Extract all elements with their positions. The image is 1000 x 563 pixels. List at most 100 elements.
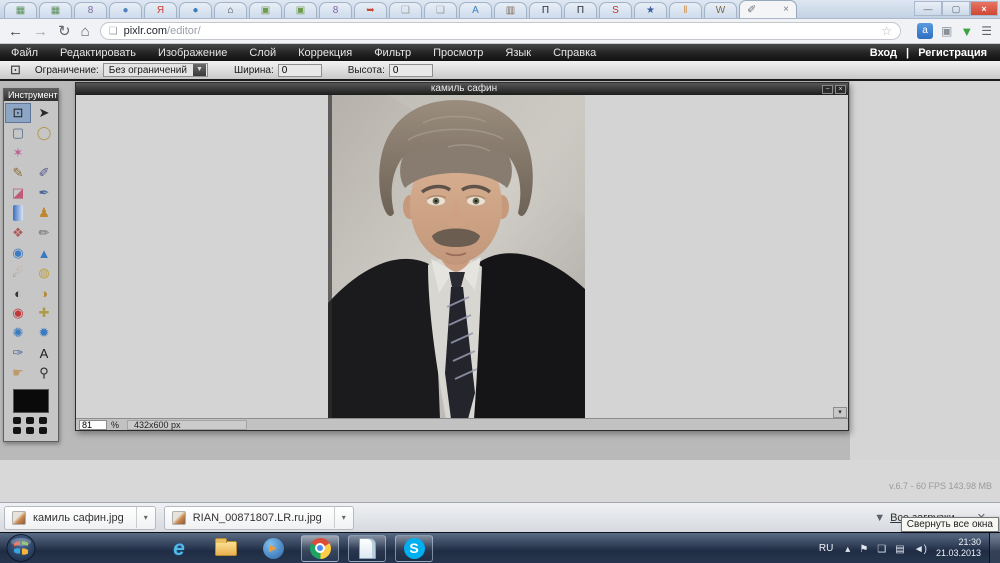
- action-center-flag-icon[interactable]: ⚑: [859, 544, 868, 555]
- sponge-tool[interactable]: ◍: [31, 263, 57, 283]
- burn-tool[interactable]: ◑: [31, 283, 57, 303]
- image-canvas[interactable]: [76, 95, 848, 418]
- network-icon[interactable]: ▤: [895, 544, 904, 555]
- hidden-icons-icon[interactable]: ▴: [845, 544, 850, 555]
- menu-изображение[interactable]: Изображение: [147, 47, 238, 59]
- paint-bucket-tool[interactable]: ✒: [31, 183, 57, 203]
- taskbar-skype[interactable]: S: [395, 535, 433, 562]
- navigator-toggle-icon[interactable]: ▾: [833, 407, 847, 418]
- red-eye-tool[interactable]: ◉: [5, 303, 31, 323]
- tab-app-2[interactable]: ▣: [284, 2, 317, 18]
- start-button[interactable]: [6, 534, 36, 562]
- dodge-tool[interactable]: ◐: [5, 283, 31, 303]
- reload-icon[interactable]: ↻: [58, 22, 71, 40]
- constraint-dropdown[interactable]: Без ограничений ▼: [103, 63, 208, 77]
- move-tool[interactable]: ➤: [31, 103, 57, 123]
- home-icon[interactable]: ⌂: [81, 23, 90, 40]
- translate-icon[interactable]: а: [917, 23, 933, 39]
- colorpicker-tool[interactable]: ✑: [5, 343, 31, 363]
- bloat-tool[interactable]: ✺: [5, 323, 31, 343]
- wand-tool[interactable]: ✶: [5, 143, 31, 163]
- tab-g-2[interactable]: 8: [319, 2, 352, 18]
- height-field[interactable]: [389, 64, 433, 77]
- tab-home[interactable]: ⌂: [214, 2, 247, 18]
- crop-tool[interactable]: ⊡: [5, 103, 31, 123]
- tab-bars[interactable]: ‖: [669, 2, 702, 18]
- chevron-down-icon[interactable]: ▼: [193, 64, 206, 76]
- draw-tool[interactable]: ✏: [31, 223, 57, 243]
- zoom-level-input[interactable]: [79, 420, 107, 430]
- zoom-tool[interactable]: ⚲: [31, 363, 57, 383]
- tab-app-1[interactable]: ▣: [249, 2, 282, 18]
- lasso-tool[interactable]: ◯: [31, 123, 57, 143]
- menu-файл[interactable]: Файл: [0, 47, 49, 59]
- tab-grid-1[interactable]: ▦: [4, 2, 37, 18]
- active-tab-pixlr[interactable]: ✐ ×: [739, 0, 797, 18]
- language-indicator[interactable]: RU: [819, 543, 833, 554]
- blur-tool[interactable]: ◉: [5, 243, 31, 263]
- clone-stamp-tool[interactable]: ♟: [31, 203, 57, 223]
- tab-film[interactable]: ▥: [494, 2, 527, 18]
- image-close-icon[interactable]: ×: [835, 85, 846, 94]
- minimize-button[interactable]: —: [914, 1, 942, 16]
- taskbar-journal-app[interactable]: [348, 535, 386, 562]
- tools-palette-title[interactable]: Инструменты: [4, 89, 58, 101]
- tab-doc-2[interactable]: ❏: [424, 2, 457, 18]
- taskbar-media-player[interactable]: ▶: [254, 535, 292, 562]
- image-minimize-icon[interactable]: −: [822, 85, 833, 94]
- tab-doc-1[interactable]: ❏: [389, 2, 422, 18]
- tab-grid-2[interactable]: ▦: [39, 2, 72, 18]
- volume-icon[interactable]: ◄): [914, 544, 927, 555]
- device-icon[interactable]: ❑: [877, 544, 886, 555]
- tab-star[interactable]: ★: [634, 2, 667, 18]
- taskbar-chrome[interactable]: [301, 535, 339, 562]
- sharpen-tool[interactable]: ▲: [31, 243, 57, 263]
- color-swatch[interactable]: [13, 389, 49, 413]
- menu-коррекция[interactable]: Коррекция: [287, 47, 363, 59]
- clock[interactable]: 21:30 21.03.2013: [936, 537, 981, 559]
- smudge-tool[interactable]: ☄: [5, 263, 31, 283]
- maximize-button[interactable]: ▢: [942, 1, 970, 16]
- extension-icon[interactable]: ▣: [941, 24, 952, 38]
- download-manager-icon[interactable]: ▼: [960, 24, 973, 39]
- tab-g-1[interactable]: 8: [74, 2, 107, 18]
- tab-p-2[interactable]: П: [564, 2, 597, 18]
- bookmark-star-icon[interactable]: ☆: [881, 24, 892, 38]
- type-tool[interactable]: A: [31, 343, 57, 363]
- tab-swirl[interactable]: ➥: [354, 2, 387, 18]
- close-button[interactable]: ×: [970, 1, 998, 16]
- tab-a[interactable]: A: [459, 2, 492, 18]
- register-link[interactable]: Регистрация: [915, 47, 990, 59]
- menu-фильтр[interactable]: Фильтр: [363, 47, 422, 59]
- show-desktop-button[interactable]: [989, 533, 1000, 563]
- back-icon[interactable]: ←: [8, 23, 23, 40]
- chevron-down-icon[interactable]: ▾: [334, 507, 353, 528]
- pinch-tool[interactable]: ✹: [31, 323, 57, 343]
- marquee-tool[interactable]: ▢: [5, 123, 31, 143]
- hand-tool[interactable]: ☛: [5, 363, 31, 383]
- tab-s[interactable]: S: [599, 2, 632, 18]
- forward-icon[interactable]: →: [33, 23, 48, 40]
- tab-dot[interactable]: ●: [179, 2, 212, 18]
- brush-tool[interactable]: ✐: [31, 163, 57, 183]
- menu-слой[interactable]: Слой: [238, 47, 287, 59]
- taskbar-windows-explorer[interactable]: [207, 535, 245, 562]
- image-window-titlebar[interactable]: камиль сафин − ×: [76, 83, 848, 95]
- tab-yandex[interactable]: Я: [144, 2, 177, 18]
- download-item[interactable]: RIAN_00871807.LR.ru.jpg▾: [164, 506, 354, 530]
- width-field[interactable]: [278, 64, 322, 77]
- tab-close-icon[interactable]: ×: [783, 4, 789, 15]
- download-item[interactable]: камиль сафин.jpg▾: [4, 506, 156, 530]
- pencil-tool[interactable]: ✎: [5, 163, 31, 183]
- tab-p-1[interactable]: П: [529, 2, 562, 18]
- menu-язык[interactable]: Язык: [494, 47, 542, 59]
- gradient-tool[interactable]: ▆: [5, 203, 31, 223]
- login-link[interactable]: Вход: [867, 47, 900, 59]
- chrome-menu-icon[interactable]: ☰: [981, 24, 992, 38]
- menu-справка[interactable]: Справка: [542, 47, 607, 59]
- menu-просмотр[interactable]: Просмотр: [422, 47, 494, 59]
- menu-редактировать[interactable]: Редактировать: [49, 47, 147, 59]
- tab-sphere[interactable]: ●: [109, 2, 142, 18]
- taskbar-internet-explorer[interactable]: e: [160, 535, 198, 562]
- address-bar[interactable]: ❏ pixlr.com /editor/ ☆: [100, 22, 901, 40]
